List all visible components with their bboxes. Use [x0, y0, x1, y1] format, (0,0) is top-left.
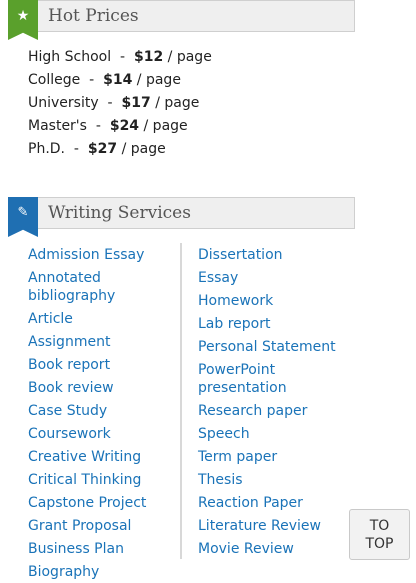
service-link[interactable]: Lab report — [198, 312, 348, 335]
price-item: College - $14 / page — [28, 69, 212, 92]
service-link[interactable]: Movie Review — [198, 537, 348, 560]
service-link[interactable]: Research paper — [198, 399, 348, 422]
price-level: High School — [28, 49, 112, 65]
price-amount: $17 — [121, 95, 151, 111]
service-link[interactable]: Essay — [198, 266, 348, 289]
service-link[interactable]: Assignment — [28, 330, 178, 353]
service-link[interactable]: Personal Statement — [198, 335, 348, 358]
price-amount: $27 — [87, 141, 118, 157]
edit-icon: ✎ — [8, 197, 38, 237]
service-link[interactable]: Article — [28, 307, 178, 330]
service-link[interactable]: Book review — [28, 376, 178, 399]
service-link[interactable]: Speech — [198, 422, 348, 445]
price-separator: - — [95, 118, 101, 134]
service-link[interactable]: Capstone Project — [28, 491, 178, 514]
to-top-label-line2: TOP — [365, 535, 394, 552]
service-link[interactable]: Book report — [28, 353, 178, 376]
price-unit: / page — [143, 118, 188, 134]
price-amount: $12 — [133, 49, 164, 65]
service-link[interactable]: Term paper — [198, 445, 348, 468]
service-link[interactable]: Homework — [198, 289, 348, 312]
star-icon: ★ — [8, 0, 38, 40]
price-level: Master's — [28, 118, 87, 134]
to-top-label-line1: TO — [369, 517, 390, 534]
price-item: Ph.D. - $27 / page — [28, 138, 212, 161]
price-separator: - — [73, 141, 79, 157]
service-link[interactable]: Reaction Paper — [198, 491, 348, 514]
services-right-column: Dissertation Essay Homework Lab report P… — [198, 243, 348, 560]
price-separator: - — [120, 49, 126, 65]
price-item: University - $17 / page — [28, 92, 212, 115]
service-link[interactable]: Literature Review — [198, 514, 348, 537]
price-unit: / page — [167, 49, 212, 65]
price-amount: $24 — [109, 118, 140, 134]
price-list: High School - $12 / page College - $14 /… — [28, 46, 212, 161]
hot-prices-header: ★ Hot Prices — [8, 0, 355, 40]
writing-services-title: Writing Services — [48, 203, 191, 223]
service-link[interactable]: Case Study — [28, 399, 178, 422]
price-unit: / page — [136, 72, 181, 88]
price-amount: $14 — [103, 72, 133, 88]
services-left-column: Admission Essay Annotated bibliography A… — [28, 243, 178, 583]
hot-prices-title: Hot Prices — [48, 6, 139, 26]
price-separator: - — [107, 95, 113, 111]
service-link[interactable]: Admission Essay — [28, 243, 178, 266]
service-link[interactable]: Critical Thinking — [28, 468, 178, 491]
service-link[interactable]: Biography — [28, 560, 178, 583]
service-link[interactable]: Business Plan — [28, 537, 178, 560]
price-level: College — [28, 72, 81, 88]
service-link[interactable]: Thesis — [198, 468, 348, 491]
price-separator: - — [89, 72, 95, 88]
price-item: Master's - $24 / page — [28, 115, 212, 138]
column-divider — [180, 243, 182, 559]
to-top-button[interactable]: TO TOP — [349, 509, 410, 560]
service-link[interactable]: Grant Proposal — [28, 514, 178, 537]
price-item: High School - $12 / page — [28, 46, 212, 69]
price-level: Ph.D. — [28, 141, 65, 157]
service-link[interactable]: Coursework — [28, 422, 178, 445]
price-unit: / page — [121, 141, 166, 157]
service-link[interactable]: Creative Writing — [28, 445, 178, 468]
service-link[interactable]: Dissertation — [198, 243, 348, 266]
price-unit: / page — [155, 95, 200, 111]
service-link[interactable]: PowerPoint presentation — [198, 358, 348, 399]
price-level: University — [28, 95, 99, 111]
service-link[interactable]: Annotated bibliography — [28, 266, 178, 307]
writing-services-header: ✎ Writing Services — [8, 197, 355, 237]
